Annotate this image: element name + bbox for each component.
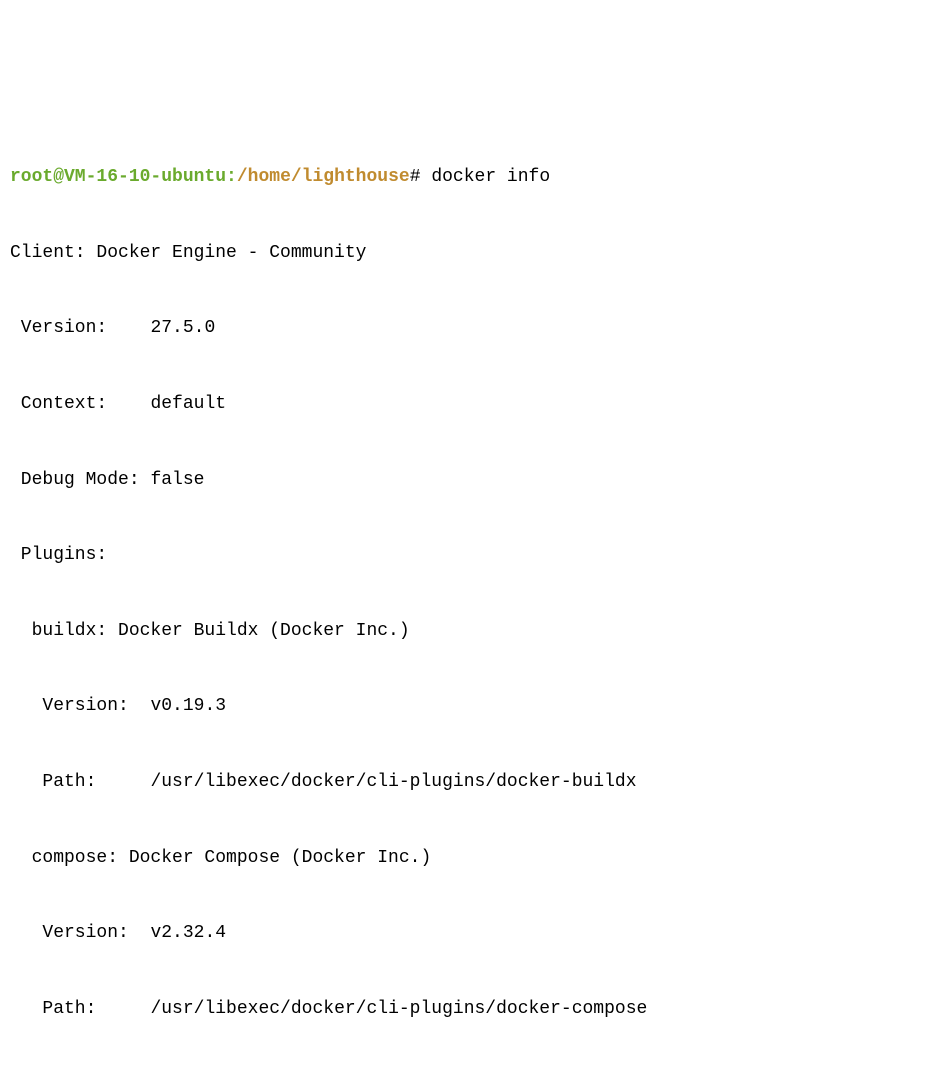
output-buildx-path: Path: /usr/libexec/docker/cli-plugins/do…: [10, 764, 926, 802]
buildx-path-value: /usr/libexec/docker/cli-plugins/docker-b…: [150, 772, 636, 792]
output-buildx-version: Version: v0.19.3: [10, 688, 926, 726]
version-label: Version:: [10, 318, 107, 338]
version-value: 27.5.0: [150, 318, 215, 338]
command-text: docker info: [431, 167, 550, 187]
terminal-prompt-line[interactable]: root@VM-16-10-ubuntu:/home/lighthouse# d…: [10, 159, 926, 197]
output-version: Version: 27.5.0: [10, 310, 926, 348]
context-value: default: [150, 394, 226, 414]
debug-label: Debug Mode:: [10, 470, 140, 490]
compose-version-label: Version:: [10, 923, 129, 943]
output-buildx-header: buildx: Docker Buildx (Docker Inc.): [10, 613, 926, 651]
compose-version-value: v2.32.4: [150, 923, 226, 943]
output-debug: Debug Mode: false: [10, 462, 926, 500]
output-compose-path: Path: /usr/libexec/docker/cli-plugins/do…: [10, 991, 926, 1029]
prompt-colon: :: [226, 167, 237, 187]
buildx-version-value: v0.19.3: [150, 696, 226, 716]
context-label: Context:: [10, 394, 107, 414]
compose-path-value: /usr/libexec/docker/cli-plugins/docker-c…: [150, 999, 647, 1019]
prompt-user-host: root@VM-16-10-ubuntu: [10, 167, 226, 187]
compose-path-label: Path:: [10, 999, 96, 1019]
buildx-path-label: Path:: [10, 772, 96, 792]
output-compose-version: Version: v2.32.4: [10, 915, 926, 953]
prompt-path: /home/lighthouse: [237, 167, 410, 187]
buildx-version-label: Version:: [10, 696, 129, 716]
prompt-hash: #: [410, 167, 421, 187]
output-context: Context: default: [10, 386, 926, 424]
output-client-header: Client: Docker Engine - Community: [10, 235, 926, 273]
debug-value: false: [150, 470, 204, 490]
output-plugins: Plugins:: [10, 537, 926, 575]
output-compose-header: compose: Docker Compose (Docker Inc.): [10, 840, 926, 878]
